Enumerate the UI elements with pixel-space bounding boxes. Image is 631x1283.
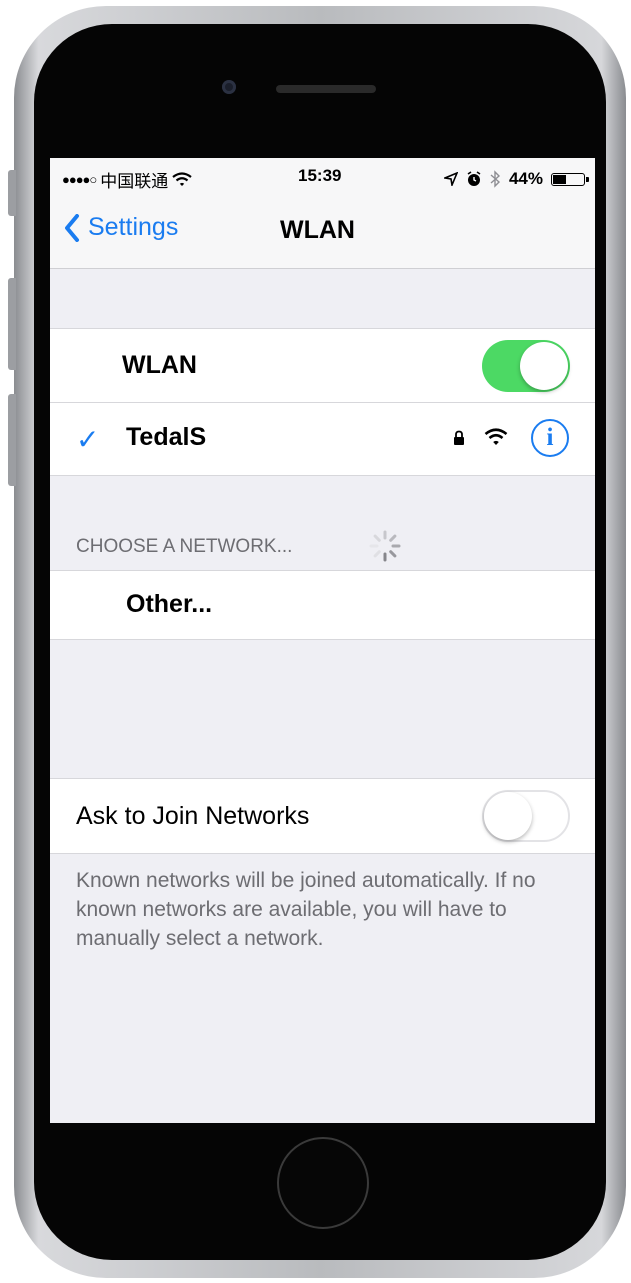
wlan-row: WLAN [50,328,595,403]
other-network-row[interactable]: Other... [50,570,595,640]
battery-tip [586,176,589,182]
earpiece-speaker [276,85,376,93]
volume-down-button [8,394,16,486]
carrier-name: 中国联通 [100,171,169,191]
front-camera [222,80,236,94]
ask-to-join-footer: Known networks will be joined automatica… [76,869,536,950]
wlan-toggle[interactable] [482,340,570,392]
signal-strength-icon: ●●●●○ [62,171,97,187]
toggle-knob [520,342,568,390]
back-label: Settings [88,213,179,241]
checkmark-icon: ✓ [76,424,100,455]
wifi-signal-icon [484,428,508,445]
battery-icon [551,172,589,186]
network-row-tedals[interactable]: ✓ TedalS i [50,403,595,476]
location-arrow-icon [443,172,458,186]
battery-level [553,174,566,184]
volume-up-button [8,278,16,370]
page-title: WLAN [280,216,355,244]
network-name: TedalS [126,423,207,451]
home-button[interactable] [277,1137,369,1229]
info-button[interactable]: i [531,419,569,457]
other-label: Other... [126,590,213,618]
lock-icon [454,430,464,445]
ask-to-join-row: Ask to Join Networks [50,778,595,854]
toggle-knob [484,792,532,840]
chevron-left-icon [65,213,79,242]
mute-switch [8,170,16,216]
wlan-label: WLAN [122,351,197,379]
status-right: 44% [443,166,589,192]
ask-to-join-toggle[interactable] [482,790,570,842]
top-bar: ●●●●○ 中国联通 15:39 44% Settings WLAN [50,158,595,269]
wifi-icon [172,171,192,186]
status-carrier: ●●●●○ 中国联通 [62,166,192,192]
bluetooth-icon [490,170,500,188]
screen: ●●●●○ 中国联通 15:39 44% Settings WLAN WLAN … [50,158,595,1123]
loading-spinner-icon [369,530,401,562]
ask-to-join-label: Ask to Join Networks [76,802,310,830]
section-header-choose-network: CHOOSE A NETWORK... [76,536,293,557]
battery-percent: 44% [508,169,543,188]
alarm-icon [467,171,481,186]
status-time: 15:39 [298,166,342,185]
back-button[interactable]: Settings [64,213,178,242]
